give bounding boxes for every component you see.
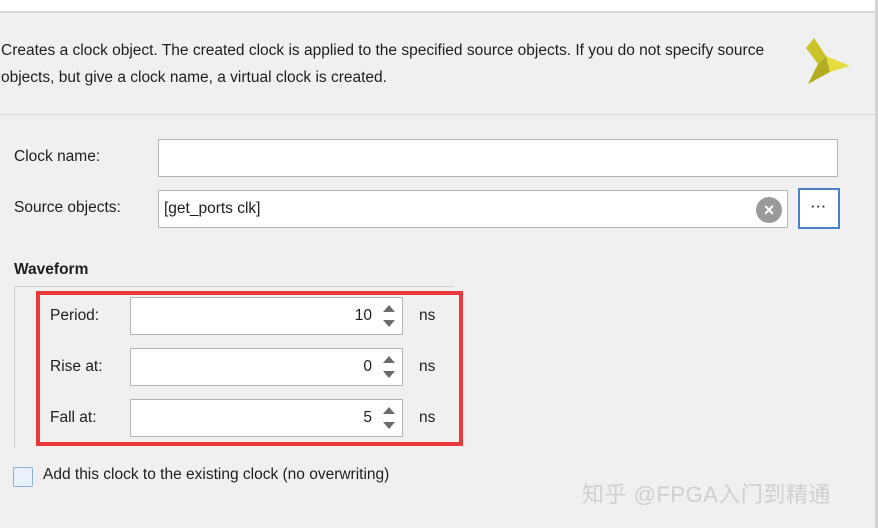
waveform-section-rule [14, 286, 454, 287]
clock-name-label-text: Clock name: [14, 148, 101, 165]
source-objects-value: [get_ports clk] [164, 200, 261, 217]
browse-button[interactable]: ··· [798, 188, 840, 229]
waveform-section-border [14, 286, 15, 448]
clock-name-input[interactable] [158, 139, 838, 177]
xilinx-logo-icon [806, 38, 850, 84]
clock-name-label: Clock name: [14, 148, 100, 166]
top-bar [0, 0, 878, 13]
highlight-box [36, 291, 463, 446]
add-existing-checkbox[interactable] [13, 467, 33, 487]
waveform-section-title: Waveform [14, 261, 89, 278]
watermark: 知乎 @FPGA入门到精通 [582, 482, 831, 507]
add-existing-label[interactable]: Add this clock to the existing clock (no… [43, 466, 389, 484]
source-objects-input[interactable]: [get_ports clk] [158, 190, 788, 228]
form-divider [0, 114, 878, 115]
clear-icon[interactable]: × [756, 197, 782, 223]
source-objects-label: Source objects: [14, 199, 121, 216]
dialog-description: Creates a clock object. The created cloc… [1, 42, 765, 86]
